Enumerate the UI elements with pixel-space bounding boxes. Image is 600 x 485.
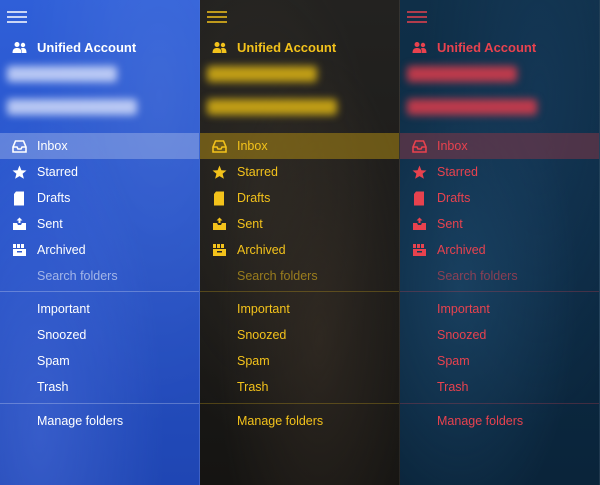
nav-item-drafts[interactable]: Drafts: [200, 185, 399, 211]
hamburger-menu-icon[interactable]: [7, 11, 27, 24]
nav-item-archived[interactable]: Archived: [400, 237, 599, 263]
account-header[interactable]: Unified Account: [212, 40, 336, 55]
search-folders-input[interactable]: Search folders: [200, 263, 399, 289]
nav-item-label: Inbox: [237, 138, 268, 153]
nav-item-label: Inbox: [437, 138, 468, 153]
nav-item-starred[interactable]: Starred: [400, 159, 599, 185]
hamburger-menu-icon[interactable]: [407, 11, 427, 24]
folder-item-snoozed[interactable]: Snoozed: [0, 322, 199, 348]
nav-item-label: Starred: [237, 164, 278, 179]
divider: [0, 403, 199, 404]
folder-list: Inbox Starred Drafts Sent Archived Searc…: [400, 133, 599, 432]
nav-item-drafts[interactable]: Drafts: [0, 185, 199, 211]
manage-folders-button[interactable]: Manage folders: [0, 410, 199, 432]
folder-item-important[interactable]: Important: [200, 296, 399, 322]
star-icon: [411, 164, 427, 180]
divider: [200, 291, 399, 292]
archive-box-icon: [11, 242, 27, 258]
sent-tray-icon: [11, 216, 27, 232]
manage-folders-button[interactable]: Manage folders: [200, 410, 399, 432]
blurred-email-line: [7, 99, 137, 115]
account-header[interactable]: Unified Account: [12, 40, 136, 55]
people-icon: [212, 41, 227, 54]
nav-item-label: Sent: [237, 216, 263, 231]
blurred-email-line: [407, 66, 517, 82]
draft-page-icon: [11, 190, 27, 206]
folder-item-spam[interactable]: Spam: [0, 348, 199, 374]
nav-item-label: Starred: [437, 164, 478, 179]
folder-item-trash[interactable]: Trash: [200, 374, 399, 400]
draft-page-icon: [411, 190, 427, 206]
star-icon: [211, 164, 227, 180]
hamburger-menu-icon[interactable]: [207, 11, 227, 24]
nav-item-inbox[interactable]: Inbox: [0, 133, 199, 159]
nav-item-label: Sent: [437, 216, 463, 231]
nav-item-inbox[interactable]: Inbox: [400, 133, 599, 159]
nav-item-inbox[interactable]: Inbox: [200, 133, 399, 159]
search-folders-input[interactable]: Search folders: [0, 263, 199, 289]
nav-item-label: Drafts: [437, 190, 471, 205]
nav-item-label: Archived: [437, 242, 486, 257]
folder-item-snoozed[interactable]: Snoozed: [400, 322, 599, 348]
folder-list: Inbox Starred Drafts Sent Archived Searc…: [200, 133, 399, 432]
folder-item-spam[interactable]: Spam: [400, 348, 599, 374]
mail-pane-blue: Unified Account Inbox Starred Drafts Sen…: [0, 0, 200, 485]
search-folders-input[interactable]: Search folders: [400, 263, 599, 289]
nav-item-label: Inbox: [37, 138, 68, 153]
nav-item-drafts[interactable]: Drafts: [400, 185, 599, 211]
draft-page-icon: [211, 190, 227, 206]
folder-list: Inbox Starred Drafts Sent Archived Searc…: [0, 133, 199, 432]
folder-item-snoozed[interactable]: Snoozed: [200, 322, 399, 348]
nav-item-starred[interactable]: Starred: [200, 159, 399, 185]
nav-item-label: Starred: [37, 164, 78, 179]
inbox-tray-icon: [11, 138, 27, 154]
mail-pane-dark: Unified Account Inbox Starred Drafts Sen…: [200, 0, 400, 485]
sent-tray-icon: [211, 216, 227, 232]
nav-item-archived[interactable]: Archived: [0, 237, 199, 263]
sent-tray-icon: [411, 216, 427, 232]
nav-item-label: Sent: [37, 216, 63, 231]
divider: [0, 291, 199, 292]
people-icon: [412, 41, 427, 54]
nav-item-sent[interactable]: Sent: [0, 211, 199, 237]
mail-pane-navy: Unified Account Inbox Starred Drafts Sen…: [400, 0, 600, 485]
blurred-email-line: [207, 99, 337, 115]
nav-item-sent[interactable]: Sent: [200, 211, 399, 237]
archive-box-icon: [211, 242, 227, 258]
account-header[interactable]: Unified Account: [412, 40, 536, 55]
nav-item-starred[interactable]: Starred: [0, 159, 199, 185]
people-icon: [12, 41, 27, 54]
inbox-tray-icon: [411, 138, 427, 154]
nav-item-label: Archived: [237, 242, 286, 257]
divider: [400, 291, 599, 292]
folder-item-important[interactable]: Important: [400, 296, 599, 322]
blurred-email-line: [407, 99, 537, 115]
account-title: Unified Account: [237, 40, 337, 55]
divider: [400, 403, 599, 404]
nav-item-label: Drafts: [237, 190, 271, 205]
account-title: Unified Account: [37, 40, 137, 55]
account-title: Unified Account: [437, 40, 537, 55]
folder-item-important[interactable]: Important: [0, 296, 199, 322]
folder-item-trash[interactable]: Trash: [0, 374, 199, 400]
folder-item-spam[interactable]: Spam: [200, 348, 399, 374]
folder-item-trash[interactable]: Trash: [400, 374, 599, 400]
manage-folders-button[interactable]: Manage folders: [400, 410, 599, 432]
star-icon: [11, 164, 27, 180]
nav-item-label: Archived: [37, 242, 86, 257]
blurred-email-line: [207, 66, 317, 82]
divider: [200, 403, 399, 404]
nav-item-archived[interactable]: Archived: [200, 237, 399, 263]
archive-box-icon: [411, 242, 427, 258]
inbox-tray-icon: [211, 138, 227, 154]
nav-item-label: Drafts: [37, 190, 71, 205]
blurred-email-line: [7, 66, 117, 82]
nav-item-sent[interactable]: Sent: [400, 211, 599, 237]
